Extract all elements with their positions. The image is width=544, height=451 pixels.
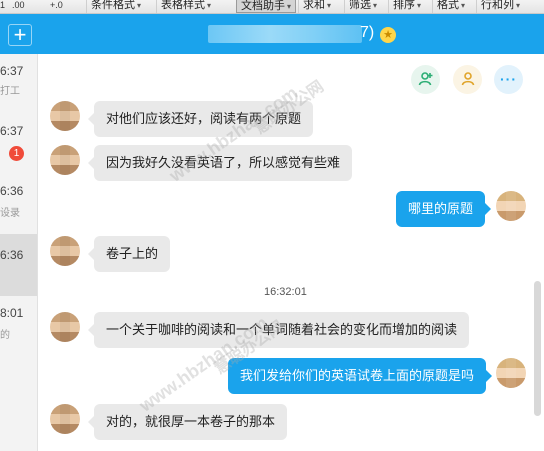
message-timestamp: 16:32:01 <box>264 286 307 298</box>
conversation-item[interactable]: 6:37 打工 <box>0 64 37 122</box>
add-contact-button[interactable] <box>411 65 440 94</box>
conversation-item-selected[interactable]: 6:36 <box>0 234 37 296</box>
chevron-down-icon: ▾ <box>461 1 466 10</box>
message-bubble-incoming: 对他们应该还好，阅读有两个原题 <box>87 101 314 137</box>
message-bubble-incoming: 因为我好久没看英语了，所以感觉有些难 <box>87 145 353 181</box>
unread-badge: 1 <box>9 146 24 161</box>
chat-panel: ··· 对他们应该还好，阅读有两个原题 因为我好久没看英语了，所以感觉有些难 哪… <box>38 54 544 451</box>
conversation-time: 8:01 <box>0 306 24 320</box>
ribbon-toolbar: 1 .00 +.0 条件格式 ▾ 表格样式 ▾ 文档助手 ▾ 求和 ▾ 筛选 ▾ 排序 ▾ … <box>0 0 544 14</box>
avatar[interactable] <box>50 312 80 342</box>
number-format-group: 1 .00 +.0 <box>0 0 84 13</box>
number-format-glyph[interactable]: 1 <box>0 0 5 10</box>
my-avatar[interactable] <box>496 191 526 221</box>
chevron-down-icon: ▾ <box>516 1 521 10</box>
conversation-item[interactable]: 6:37 1 <box>0 124 37 182</box>
chat-titlebar: + 7) ★ <box>0 14 544 54</box>
rows-columns-button[interactable]: 行和列 ▾ <box>476 0 524 13</box>
conversation-preview: 设录 <box>0 208 20 219</box>
ribbon-label: 排序 <box>393 0 415 11</box>
decrease-decimal-button[interactable]: +.0 <box>50 0 63 10</box>
sort-button[interactable]: 排序 ▾ <box>388 0 425 13</box>
ribbon-label: 格式 <box>437 0 459 11</box>
ribbon-label: 行和列 <box>481 0 514 11</box>
chevron-down-icon: ▾ <box>287 2 292 11</box>
avatar[interactable] <box>50 404 80 434</box>
group-members-button[interactable] <box>453 65 482 94</box>
increase-decimal-button[interactable]: .00 <box>12 0 25 10</box>
chat-scrollbar[interactable] <box>534 281 541 416</box>
table-style-button[interactable]: 表格样式 ▾ <box>156 0 215 13</box>
avatar[interactable] <box>50 145 80 175</box>
star-badge-icon: ★ <box>380 27 396 43</box>
message-bubble-incoming: 卷子上的 <box>87 236 171 272</box>
filter-button[interactable]: 筛选 ▾ <box>344 0 381 13</box>
message-bubble-outgoing: 哪里的原题 <box>396 191 492 227</box>
ribbon-label: 求和 <box>303 0 325 11</box>
message-bubble-incoming: 对的，就很厚一本卷子的那本 <box>87 404 288 440</box>
conversation-preview: 的 <box>0 330 10 341</box>
format-button[interactable]: 格式 ▾ <box>432 0 469 13</box>
chevron-down-icon: ▾ <box>137 1 142 10</box>
conversation-time: 6:36 <box>0 184 24 198</box>
doc-assistant-button[interactable]: 文档助手 ▾ <box>236 0 297 13</box>
person-icon <box>461 72 474 86</box>
message-bubble-incoming: 一个关于咖啡的阅读和一个单词随着社会的变化而增加的阅读 <box>87 312 470 348</box>
chat-title-redacted <box>208 25 362 43</box>
conversation-time: 6:37 <box>0 124 24 138</box>
ribbon-label: 表格样式 <box>161 0 205 11</box>
chevron-down-icon: ▾ <box>327 1 332 10</box>
ribbon-label: 条件格式 <box>91 0 135 11</box>
conversation-list[interactable]: 6:37 打工 6:37 1 6:36 设录 6:36 8:01 的 <box>0 54 38 451</box>
more-options-button[interactable]: ··· <box>494 65 523 94</box>
my-avatar[interactable] <box>496 358 526 388</box>
sum-button[interactable]: 求和 ▾ <box>298 0 335 13</box>
message-bubble-outgoing: 我们发给你们的英语试卷上面的原题是吗 <box>228 358 493 394</box>
avatar[interactable] <box>50 236 80 266</box>
add-button[interactable]: + <box>8 24 32 46</box>
chevron-down-icon: ▾ <box>207 1 212 10</box>
ribbon-label: 文档助手 <box>241 0 285 12</box>
conversation-time: 6:36 <box>0 248 24 262</box>
conversation-time: 6:37 <box>0 64 24 78</box>
conditional-format-button[interactable]: 条件格式 ▾ <box>86 0 145 13</box>
avatar[interactable] <box>50 101 80 131</box>
chevron-down-icon: ▾ <box>417 1 422 10</box>
conversation-preview: 打工 <box>0 86 20 97</box>
ribbon-label: 筛选 <box>349 0 371 11</box>
chevron-down-icon: ▾ <box>373 1 378 10</box>
add-person-icon <box>418 72 432 86</box>
chat-title-suffix: 7) <box>360 24 375 41</box>
conversation-item[interactable]: 8:01 的 <box>0 306 37 364</box>
